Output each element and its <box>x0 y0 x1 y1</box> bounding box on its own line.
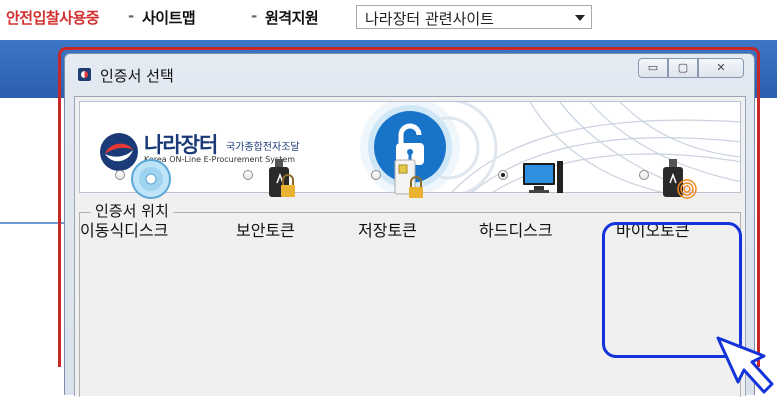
security-token-radio[interactable] <box>243 170 253 180</box>
minimize-button[interactable]: ▭ <box>638 58 668 78</box>
hard-disk-radio[interactable] <box>498 170 508 180</box>
logo-subtitle: 국가종합전자조달 <box>226 142 300 153</box>
storage-token-label: 저장토큰 <box>358 221 417 240</box>
sitemap-link[interactable]: 사이트맵 <box>142 7 196 28</box>
removable-disk-radio[interactable] <box>115 170 125 180</box>
usb-fingerprint-icon <box>663 159 697 199</box>
maximize-button[interactable]: ▢ <box>668 58 698 78</box>
card-lock-icon <box>394 159 423 198</box>
separator: - <box>251 7 257 25</box>
option-removable-disk[interactable]: 이동식디스크 <box>80 157 245 307</box>
related-sites-select[interactable]: 나라장터 관련사이트 <box>356 5 592 29</box>
usb-lock-icon <box>269 159 295 197</box>
dialog-title: 인증서 선택 <box>100 67 174 85</box>
separator: - <box>128 7 134 25</box>
chevron-down-icon <box>575 15 585 21</box>
hard-disk-label: 하드디스크 <box>479 221 553 240</box>
computer-icon <box>523 161 563 193</box>
removable-disk-label: 이동식디스크 <box>80 221 169 240</box>
top-bar: 안전입찰사용중 - 사이트맵 - 원격지원 나라장터 관련사이트 <box>0 0 777 38</box>
security-token-label: 보안토큰 <box>236 221 295 240</box>
related-sites-value: 나라장터 관련사이트 <box>365 10 494 28</box>
cd-disc-icon <box>131 159 171 199</box>
close-button[interactable]: ✕ <box>698 58 744 78</box>
window-controls: ▭ ▢ ✕ <box>638 58 744 78</box>
bio-token-radio[interactable] <box>639 170 649 180</box>
remote-support-link[interactable]: 원격지원 <box>265 7 319 28</box>
dialog-titlebar[interactable]: 인증서 선택 ▭ ▢ ✕ <box>65 54 754 94</box>
pointer-arrow-icon <box>716 336 774 394</box>
safe-bid-status[interactable]: 안전입찰사용중 <box>6 7 100 28</box>
app-icon <box>78 68 91 81</box>
storage-token-radio[interactable] <box>371 170 381 180</box>
option-security-token[interactable]: 보안토큰 <box>236 157 373 307</box>
